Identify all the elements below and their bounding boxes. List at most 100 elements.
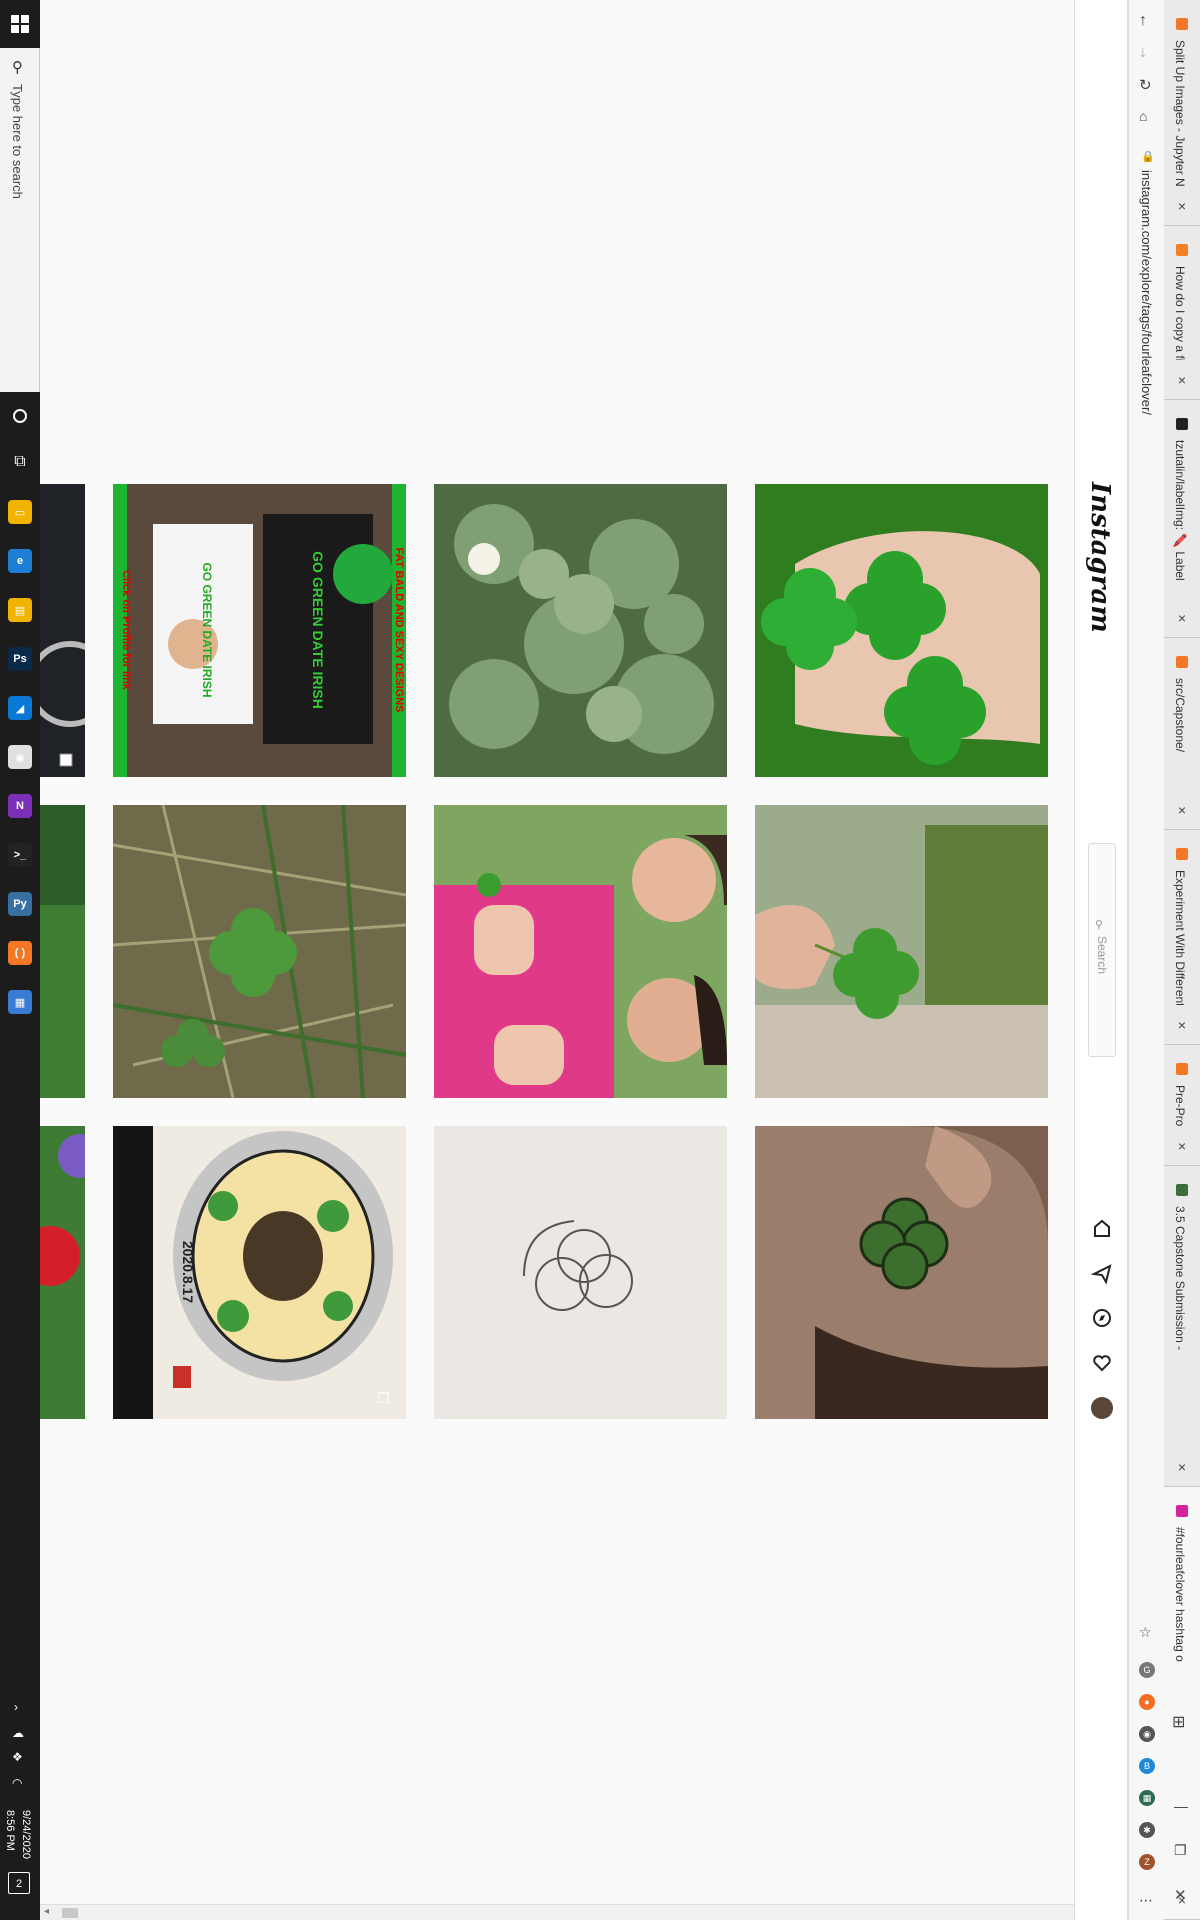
notification-center-icon[interactable]: 2 (8, 1872, 30, 1894)
close-tab-icon[interactable]: × (1174, 1017, 1190, 1033)
home-button-icon[interactable]: ⌂ (1139, 108, 1147, 124)
taskbar-app-3-icon[interactable]: Ps (0, 639, 40, 679)
go-green-shirts-post[interactable]: FAT BALD AND SEXY DESIGNS GO GREEN DATE … (113, 484, 406, 777)
clover-line-drawing-post[interactable] (434, 1126, 727, 1419)
horizontal-scrollbar[interactable]: ◂ ▸ (40, 1904, 1126, 1920)
taskbar-app-1-icon[interactable]: e (0, 541, 40, 581)
hand-four-leaf-clovers-post[interactable] (755, 484, 1048, 777)
taskbar-app-0-icon[interactable]: ▭ (0, 492, 40, 532)
close-window-icon[interactable]: ✕ (1174, 1886, 1187, 1904)
close-tab-icon[interactable]: × (1174, 372, 1190, 388)
notification-count: 2 (15, 1878, 23, 1890)
more-menu-icon[interactable]: ⋯ (1139, 1892, 1153, 1909)
lock-icon: 🔒 (1141, 151, 1155, 163)
carousel-icon: ❐ (377, 1390, 390, 1406)
tab-label: Pre-Process Files - Jupyter (1173, 1085, 1187, 1126)
browser-tab-3[interactable]: src/Capstone/ × (1164, 638, 1200, 830)
windows-taskbar: ⚲ Type here to search ⧉ ▭ e ▤ Ps ◢ ◉ N >_ Py ( ) ▦… (0, 0, 40, 1920)
tab-label: tzutalin/labelImg: 🖍️ Label (1173, 440, 1187, 581)
extension-5-icon[interactable]: ✱ (1139, 1822, 1155, 1838)
dropbox-icon[interactable]: ❖ (12, 1750, 23, 1764)
reload-icon[interactable]: ↻ (1139, 76, 1152, 94)
close-tab-icon[interactable]: × (1174, 1138, 1190, 1154)
app-glyph: ▤ (8, 598, 32, 622)
favorite-star-icon[interactable]: ☆ (1139, 1624, 1152, 1641)
close-tab-icon[interactable]: × (1174, 1459, 1190, 1475)
clock-time[interactable]: 8:56 PM (4, 1810, 16, 1851)
painted-bowl-post[interactable]: 2020.8.17 ❐ (113, 1126, 406, 1419)
app-glyph: N (8, 794, 32, 818)
task-view-icon[interactable]: ⧉ (0, 442, 40, 482)
partial-flowers-post[interactable] (40, 1126, 85, 1419)
browser-tab-5[interactable]: Pre-Process Files - Jupyter × (1164, 1045, 1200, 1166)
clover-held-garden-post[interactable] (755, 805, 1048, 1098)
direct-icon[interactable] (1090, 1263, 1113, 1290)
taskbar-app-7-icon[interactable]: >_ (0, 835, 40, 875)
partial-rose-post[interactable] (40, 484, 85, 777)
close-tab-icon[interactable]: × (1174, 610, 1190, 626)
extension-6-icon[interactable]: Z (1139, 1854, 1155, 1870)
onedrive-icon[interactable]: ☁ (12, 1726, 24, 1740)
taskbar-search-placeholder: Type here to search (10, 84, 25, 199)
explore-icon[interactable] (1091, 1307, 1113, 1334)
scroll-left-arrow[interactable]: ◂ (44, 1906, 49, 1917)
taskbar-app-6-icon[interactable]: N (0, 786, 40, 826)
network-icon[interactable]: ◠ (12, 1776, 22, 1790)
home-icon[interactable] (1091, 1218, 1113, 1245)
tab-favicon-icon (1176, 848, 1188, 860)
instagram-logo[interactable]: Instagram (1085, 482, 1115, 633)
minimize-window-icon[interactable]: — (1174, 1798, 1188, 1814)
tab-label: src/Capstone/ (1173, 678, 1187, 753)
painted-bowl-caption: 2020.8.17 (180, 1241, 196, 1303)
browser-tab-6[interactable]: 3.5 Capstone Submission - × (1164, 1166, 1200, 1487)
taskbar-app-8-icon[interactable]: Py (0, 884, 40, 924)
shirt-promo-banner-text: FAT BALD AND SEXY DESIGNS (393, 548, 405, 713)
activity-heart-icon[interactable] (1091, 1352, 1113, 1379)
taskbar-app-2-icon[interactable]: ▤ (0, 590, 40, 630)
app-glyph: ◉ (8, 745, 32, 769)
windows-start-icon[interactable] (0, 4, 40, 44)
search-icon: ⚲ (1095, 919, 1104, 931)
browser-tab-2[interactable]: tzutalin/labelImg: 🖍️ Label × (1164, 400, 1200, 638)
tab-favicon-icon (1176, 1063, 1188, 1075)
search-placeholder: Search (1095, 936, 1109, 975)
app-glyph: Py (8, 892, 32, 916)
tab-actions-icon[interactable]: ⊞ (1172, 1712, 1185, 1732)
url-field[interactable]: instagram.com/explore/tags/fourleafclove… (1139, 170, 1154, 415)
close-tab-icon[interactable]: × (1174, 802, 1190, 818)
instagram-header: Instagram ⚲ Search (1074, 0, 1128, 1920)
back-arrow-icon[interactable]: ↑ (1139, 12, 1147, 30)
close-tab-icon[interactable]: × (1174, 198, 1190, 214)
taskbar-app-10-icon[interactable]: ▦ (0, 982, 40, 1022)
extension-0-icon[interactable]: G (1139, 1662, 1155, 1678)
clock-date[interactable]: 9/24/2020 (20, 1810, 32, 1859)
tab-favicon-icon (1176, 418, 1188, 430)
scroll-thumb[interactable] (62, 1908, 78, 1918)
browser-tab-strip: Split Up Images - Jupyter N × How do I cop… (1164, 0, 1200, 1920)
tab-label: Split Up Images - Jupyter N (1173, 40, 1187, 186)
extension-4-icon[interactable]: ▦ (1139, 1790, 1155, 1806)
two-people-clover-post[interactable] (434, 805, 727, 1098)
forward-arrow-icon[interactable]: ↓ (1139, 44, 1147, 62)
browser-tab-4[interactable]: Experiment With Different × (1164, 830, 1200, 1045)
cortana-icon[interactable] (0, 396, 40, 436)
extension-1-icon[interactable]: ● (1139, 1694, 1155, 1710)
taskbar-search-box[interactable]: ⚲ Type here to search (0, 48, 40, 392)
clover-patch-post[interactable] (434, 484, 727, 777)
restore-window-icon[interactable]: ❐ (1174, 1842, 1187, 1859)
profile-avatar[interactable] (1091, 1397, 1113, 1419)
clover-in-grass-post[interactable] (113, 805, 406, 1098)
extension-2-icon[interactable]: ◉ (1139, 1726, 1155, 1742)
partial-grass-post[interactable] (40, 805, 85, 1098)
app-glyph: ▭ (8, 500, 32, 524)
instagram-search-input[interactable]: ⚲ Search (1088, 843, 1116, 1057)
show-hidden-icons[interactable]: › (14, 1700, 18, 1714)
taskbar-app-5-icon[interactable]: ◉ (0, 737, 40, 777)
browser-tab-1[interactable]: How do I copy a file in Pyth × (1164, 226, 1200, 400)
taskbar-app-9-icon[interactable]: ( ) (0, 933, 40, 973)
taskbar-app-4-icon[interactable]: ◢ (0, 688, 40, 728)
clover-ear-tattoo-post[interactable] (755, 1126, 1048, 1419)
browser-tab-0[interactable]: Split Up Images - Jupyter N × (1164, 0, 1200, 226)
extension-3-icon[interactable]: B (1139, 1758, 1155, 1774)
tab-label: Experiment With Different (1173, 870, 1187, 1005)
